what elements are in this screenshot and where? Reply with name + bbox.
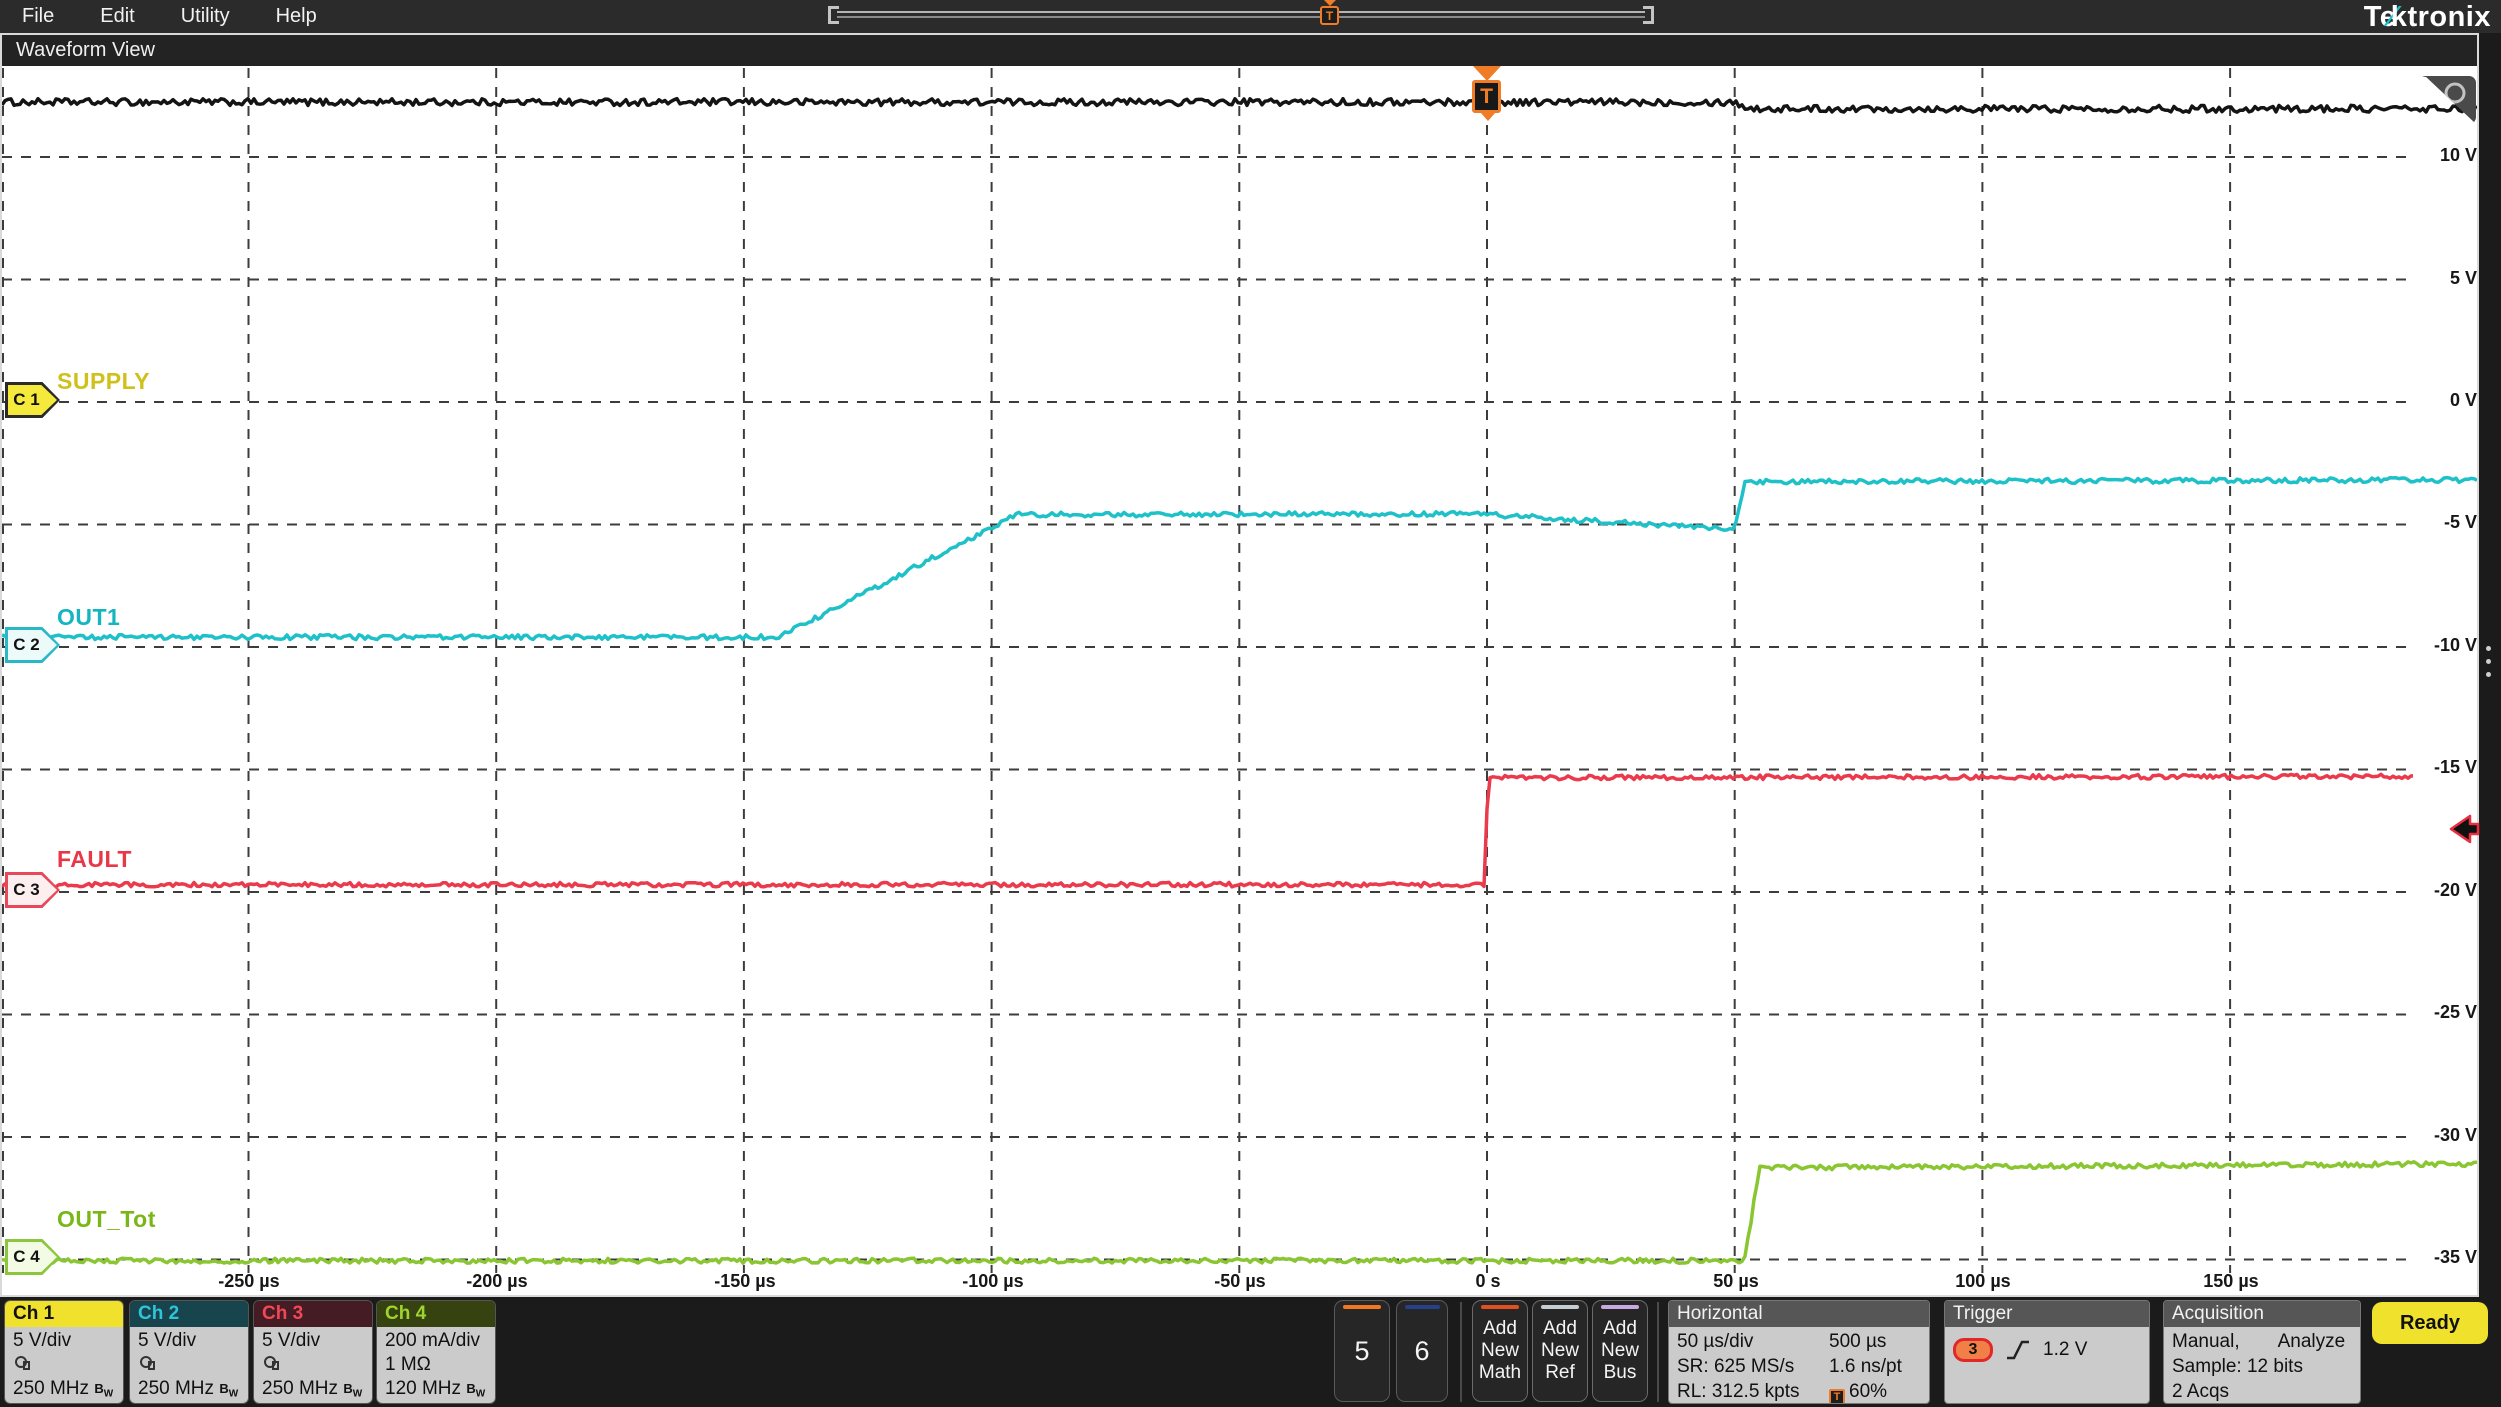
divider bbox=[1657, 1302, 1659, 1402]
add-new-ref-button[interactable]: AddNewRef bbox=[1532, 1300, 1588, 1402]
x-tick-3: -100 µs bbox=[947, 1271, 1039, 1292]
channel-badge-c2[interactable]: C 2 bbox=[5, 627, 60, 663]
waveform-view-panel: Waveform View bbox=[0, 33, 2479, 1297]
trigger-position-tip-icon bbox=[1481, 113, 1495, 121]
acq-mode: Manual, bbox=[2172, 1329, 2240, 1354]
trace-label-out1: OUT1 bbox=[57, 604, 120, 631]
slot-button-6[interactable]: 6 bbox=[1396, 1300, 1448, 1402]
horizontal-position-bar[interactable]: T bbox=[828, 6, 1654, 25]
acq-analyze: Analyze bbox=[2278, 1329, 2346, 1354]
channel-card-header[interactable]: Ch 1 bbox=[5, 1301, 123, 1327]
x-tick-5: 0 s bbox=[1442, 1271, 1534, 1292]
acquisition-panel-title: Acquisition bbox=[2164, 1301, 2360, 1327]
channel-scale: 5 V/div bbox=[138, 1329, 240, 1353]
add-new-bus-button[interactable]: AddNewBus bbox=[1592, 1300, 1648, 1402]
x-tick-2: -150 µs bbox=[699, 1271, 791, 1292]
trigger-level-arrow-icon[interactable] bbox=[2449, 812, 2481, 846]
x-tick-7: 100 µs bbox=[1937, 1271, 2029, 1292]
acquisition-panel[interactable]: Acquisition Manual, Analyze Sample: 12 bi… bbox=[2163, 1300, 2361, 1404]
probe-icon bbox=[262, 1354, 280, 1370]
slot-stripe bbox=[1405, 1305, 1440, 1309]
button-stripe bbox=[1601, 1305, 1639, 1309]
trigger-level: 1.2 V bbox=[2043, 1337, 2087, 1362]
y-tick-10v: 10 V bbox=[2413, 143, 2477, 168]
channel-card-ch1[interactable]: Ch 1 5 V/div 250 MHz BW bbox=[4, 1300, 124, 1404]
y-tick-n15v: -15 V bbox=[2413, 755, 2477, 780]
x-tick-4: -50 µs bbox=[1194, 1271, 1286, 1292]
probe-icon bbox=[138, 1354, 156, 1370]
button-stripe bbox=[1541, 1305, 1579, 1309]
acq-sample: Sample: 12 bits bbox=[2172, 1354, 2352, 1379]
sample-rate: SR: 625 MS/s bbox=[1677, 1354, 1829, 1379]
channel-badge-c1[interactable]: C 1 bbox=[5, 382, 60, 418]
waveform-view-titlebar[interactable]: Waveform View bbox=[2, 35, 2477, 66]
trigger-position-arrow-icon bbox=[1473, 66, 1501, 81]
y-tick-n25v: -25 V bbox=[2413, 1000, 2477, 1025]
horizontal-panel-title: Horizontal bbox=[1669, 1301, 1929, 1327]
y-tick-5v: 5 V bbox=[2413, 266, 2477, 291]
record-length: RL: 312.5 kpts bbox=[1677, 1379, 1829, 1404]
trigger-panel-title: Trigger bbox=[1945, 1301, 2149, 1327]
results-bar-drag-handle[interactable] bbox=[2486, 646, 2491, 685]
trigger-position-mini-icon: T bbox=[1829, 1389, 1845, 1405]
channel-badge-c4[interactable]: C 4 bbox=[5, 1239, 60, 1275]
slot-button-5[interactable]: 5 bbox=[1334, 1300, 1390, 1402]
waveform-view-title: Waveform View bbox=[2, 39, 155, 62]
channel-bandwidth: 250 MHz bbox=[138, 1378, 214, 1399]
divider bbox=[1460, 1302, 1462, 1402]
channel-card-ch2[interactable]: Ch 2 5 V/div 250 MHz BW bbox=[129, 1300, 249, 1404]
acq-count: 2 Acqs bbox=[2172, 1379, 2352, 1404]
trace-label-fault: FAULT bbox=[57, 846, 132, 873]
channel-card-ch3[interactable]: Ch 3 5 V/div 250 MHz BW bbox=[253, 1300, 373, 1404]
y-tick-n20v: -20 V bbox=[2413, 878, 2477, 903]
channel-card-header[interactable]: Ch 4 bbox=[377, 1301, 495, 1327]
trace-label-supply: SUPPLY bbox=[57, 368, 150, 395]
trigger-source-badge[interactable]: 3 bbox=[1953, 1338, 1993, 1362]
rising-edge-icon bbox=[2005, 1338, 2031, 1362]
button-stripe bbox=[1481, 1305, 1519, 1309]
horizontal-window: 500 µs bbox=[1829, 1329, 1921, 1354]
y-tick-n10v: -10 V bbox=[2413, 633, 2477, 658]
menu-edit[interactable]: Edit bbox=[100, 5, 134, 28]
channel-scale: 200 mA/div bbox=[385, 1329, 487, 1353]
channel-bandwidth: 250 MHz bbox=[262, 1378, 338, 1399]
slot-stripe bbox=[1343, 1305, 1381, 1309]
waveform-plot[interactable] bbox=[2, 68, 2477, 1273]
channel-bandwidth: 120 MHz bbox=[385, 1378, 461, 1399]
probe-icon bbox=[13, 1354, 31, 1370]
channel-card-header[interactable]: Ch 3 bbox=[254, 1301, 372, 1327]
trigger-position-pct: 60% bbox=[1849, 1381, 1887, 1402]
horizontal-scale: 50 µs/div bbox=[1677, 1329, 1829, 1354]
overview-track bbox=[837, 11, 1645, 18]
x-tick-0: -250 µs bbox=[203, 1271, 295, 1292]
menu-utility[interactable]: Utility bbox=[181, 5, 230, 28]
channel-scale: 5 V/div bbox=[262, 1329, 364, 1353]
menu-help[interactable]: Help bbox=[276, 5, 317, 28]
y-tick-n30v: -30 V bbox=[2413, 1123, 2477, 1148]
x-tick-6: 50 µs bbox=[1690, 1271, 1782, 1292]
x-tick-1: -200 µs bbox=[451, 1271, 543, 1292]
trace-label-outtot: OUT_Tot bbox=[57, 1206, 156, 1233]
add-new-math-button[interactable]: AddNewMath bbox=[1472, 1300, 1528, 1402]
channel-impedance: 1 MΩ bbox=[385, 1353, 487, 1377]
channel-badge-c3[interactable]: C 3 bbox=[5, 872, 60, 908]
trigger-position-marker[interactable]: T bbox=[1472, 80, 1501, 113]
channel-scale: 5 V/div bbox=[13, 1329, 115, 1353]
channel-bandwidth: 250 MHz bbox=[13, 1378, 89, 1399]
acquisition-status-badge: Ready bbox=[2372, 1302, 2488, 1344]
x-tick-8: 150 µs bbox=[2185, 1271, 2277, 1292]
y-tick-n5v: -5 V bbox=[2413, 510, 2477, 535]
channel-card-header[interactable]: Ch 2 bbox=[130, 1301, 248, 1327]
horizontal-panel[interactable]: Horizontal 50 µs/div500 µs SR: 625 MS/s1… bbox=[1668, 1300, 1930, 1404]
tektronix-logo: Te∕ktronix bbox=[2364, 1, 2491, 34]
y-tick-n35v: -35 V bbox=[2413, 1245, 2477, 1270]
overview-trigger-marker[interactable]: T bbox=[1320, 6, 1339, 25]
menu-file[interactable]: File bbox=[22, 5, 54, 28]
oscilloscope-screen: { "menu": {"items": ["File", "Edit", "Ut… bbox=[0, 0, 2501, 1407]
sample-interval: 1.6 ns/pt bbox=[1829, 1354, 1921, 1379]
trigger-panel[interactable]: Trigger 3 1.2 V bbox=[1944, 1300, 2150, 1404]
y-tick-0v: 0 V bbox=[2413, 388, 2477, 413]
channel-card-ch4[interactable]: Ch 4 200 mA/div 1 MΩ 120 MHz BW bbox=[376, 1300, 496, 1404]
